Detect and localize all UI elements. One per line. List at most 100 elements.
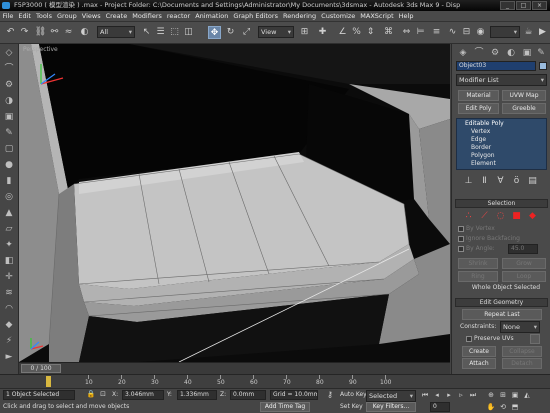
detach-button[interactable]: Detach xyxy=(502,358,542,369)
menu-create[interactable]: Create xyxy=(103,11,130,22)
key-filters-button[interactable]: Key Filters... xyxy=(366,402,416,412)
maximize-button[interactable]: □ xyxy=(516,1,531,10)
menu-edit[interactable]: Edit xyxy=(16,11,34,22)
key-mode-dropdown[interactable]: Selected xyxy=(366,390,416,402)
time-slider[interactable]: 0 / 100 xyxy=(21,364,61,373)
shrink-button[interactable]: Shrink xyxy=(458,258,498,269)
select-by-name-icon[interactable]: ☰ xyxy=(154,26,167,39)
go-to-end-icon[interactable]: ⏭ xyxy=(468,390,478,400)
zoom-all-icon[interactable]: ⊞ xyxy=(498,390,508,400)
play-animation-icon[interactable]: ▸ xyxy=(444,390,454,400)
stack-edge[interactable]: Edge xyxy=(457,136,546,144)
align-icon[interactable]: ⊨ xyxy=(414,26,427,39)
collapse-button[interactable]: Collapse xyxy=(502,346,542,357)
play-icon[interactable]: ► xyxy=(2,350,16,364)
modify-tab-icon[interactable]: ⌒ xyxy=(472,46,486,60)
selection-filter-dropdown[interactable]: All xyxy=(97,26,135,38)
orbit-icon[interactable]: ⟲ xyxy=(498,402,508,412)
zoom-extents-icon[interactable]: ▣ xyxy=(510,390,520,400)
spinner-snap-icon[interactable]: ⇕ xyxy=(364,26,377,39)
selection-rollout-header[interactable]: Selection xyxy=(455,199,548,208)
rect-select-icon[interactable]: ⬚ xyxy=(168,26,181,39)
element-mode-icon[interactable]: ◆ xyxy=(526,210,539,223)
stack-polygon[interactable]: Polygon xyxy=(457,152,546,160)
repeat-last-button[interactable]: Repeat Last xyxy=(462,309,542,320)
create-button[interactable]: Create xyxy=(462,346,496,357)
pivot-icon[interactable]: ⊞ xyxy=(298,26,311,39)
utilities-icon[interactable]: ✎ xyxy=(2,126,16,140)
menu-customize[interactable]: Customize xyxy=(319,11,358,22)
menu-rendering[interactable]: Rendering xyxy=(280,11,318,22)
field-of-view-icon[interactable]: ◭ xyxy=(522,390,532,400)
angle-snap-icon[interactable]: ∠ xyxy=(336,26,349,39)
time-slider-track[interactable]: 0 / 100 xyxy=(19,362,450,374)
menu-views[interactable]: Views xyxy=(79,11,103,22)
layer-icon[interactable]: ≡ xyxy=(430,26,443,39)
quick-render-icon[interactable]: ▶ xyxy=(536,26,549,39)
add-time-tag-button[interactable]: Add Time Tag xyxy=(260,402,310,412)
object-name-field[interactable]: Object03 xyxy=(456,61,536,71)
motion-tab-icon[interactable]: ◐ xyxy=(504,46,518,60)
edit-poly-button[interactable]: Edit Poly xyxy=(458,103,499,114)
box-icon[interactable]: ▢ xyxy=(2,142,16,156)
display-tab-icon[interactable]: ▣ xyxy=(520,46,534,60)
set-key-button[interactable]: Set Key xyxy=(340,402,363,412)
close-button[interactable]: × xyxy=(532,1,547,10)
cone-icon[interactable]: ▲ xyxy=(2,206,16,220)
menu-group[interactable]: Group xyxy=(55,11,80,22)
auto-key-button[interactable]: Auto Key xyxy=(340,390,367,400)
next-frame-icon[interactable]: ▹ xyxy=(456,390,466,400)
cylinder-icon[interactable]: ▮ xyxy=(2,174,16,188)
configure-sets-icon[interactable]: ▤ xyxy=(526,175,539,188)
menu-graph-editors[interactable]: Graph Editors xyxy=(231,11,281,22)
lock-selection-icon[interactable]: 🔒 xyxy=(86,389,96,400)
stack-editable-poly[interactable]: Editable Poly xyxy=(457,120,546,128)
object-color-swatch[interactable] xyxy=(539,62,547,70)
maximize-viewport-icon[interactable]: ⬒ xyxy=(510,402,520,412)
menu-tools[interactable]: Tools xyxy=(33,11,54,22)
motion-icon[interactable]: ◑ xyxy=(2,94,16,108)
x-coordinate-field[interactable]: 3.046mm xyxy=(122,390,164,400)
helper-icon[interactable]: ✛ xyxy=(2,270,16,284)
go-to-start-icon[interactable]: ⏮ xyxy=(420,390,430,400)
make-unique-icon[interactable]: ∀ xyxy=(494,175,507,188)
pin-stack-icon[interactable]: ⊥ xyxy=(462,175,475,188)
current-frame-field[interactable]: 0 xyxy=(430,402,450,412)
mirror-icon[interactable]: ⇔ xyxy=(400,26,413,39)
attach-button[interactable]: Attach xyxy=(462,358,496,369)
link-icon[interactable]: ⛓ xyxy=(34,26,47,39)
create-tab-icon[interactable]: ◈ xyxy=(456,46,470,60)
remove-modifier-icon[interactable]: ö xyxy=(510,175,523,188)
show-end-result-icon[interactable]: Ⅱ xyxy=(478,175,491,188)
modify-icon[interactable]: ⌒ xyxy=(2,62,16,76)
viewport-label[interactable]: Perspective xyxy=(23,46,58,53)
render-scene-icon[interactable]: ☕ xyxy=(522,26,535,39)
menu-animation[interactable]: Animation xyxy=(193,11,231,22)
undo-icon[interactable]: ↶ xyxy=(4,26,17,39)
snaps-icon[interactable]: ◐ xyxy=(78,26,91,39)
by-angle-checkbox[interactable]: By Angle: xyxy=(458,245,495,253)
sphere-icon[interactable]: ● xyxy=(2,158,16,172)
polygon-mode-icon[interactable]: ■ xyxy=(510,210,523,223)
material-icon[interactable]: ◉ xyxy=(474,26,487,39)
torus-icon[interactable]: ◎ xyxy=(2,190,16,204)
utilities-tab-icon[interactable]: ✎ xyxy=(534,46,548,60)
edge-mode-icon[interactable]: ⟋ xyxy=(478,210,491,223)
menu-reactor[interactable]: reactor xyxy=(164,11,192,22)
unlink-icon[interactable]: ⚯ xyxy=(48,26,61,39)
perspective-viewport[interactable]: Perspective xyxy=(19,44,450,362)
scale-icon[interactable]: ⤢ xyxy=(240,26,253,39)
display-icon[interactable]: ▣ xyxy=(2,110,16,124)
plane-icon[interactable]: ▱ xyxy=(2,222,16,236)
uvw-map-button[interactable]: UVW Map xyxy=(502,90,546,101)
manipulate-icon[interactable]: ✚ xyxy=(316,26,329,39)
greeble-button[interactable]: Greeble xyxy=(502,103,546,114)
stack-element[interactable]: Element xyxy=(457,160,546,168)
create-icon[interactable]: ◇ xyxy=(2,46,16,60)
rotate-icon[interactable]: ↻ xyxy=(224,26,237,39)
pan-icon[interactable]: ✋ xyxy=(486,402,496,412)
camera-icon[interactable]: ◧ xyxy=(2,254,16,268)
hierarchy-tab-icon[interactable]: ⚙ xyxy=(488,46,502,60)
stack-vertex[interactable]: Vertex xyxy=(457,128,546,136)
select-icon[interactable]: ↖ xyxy=(140,26,153,39)
